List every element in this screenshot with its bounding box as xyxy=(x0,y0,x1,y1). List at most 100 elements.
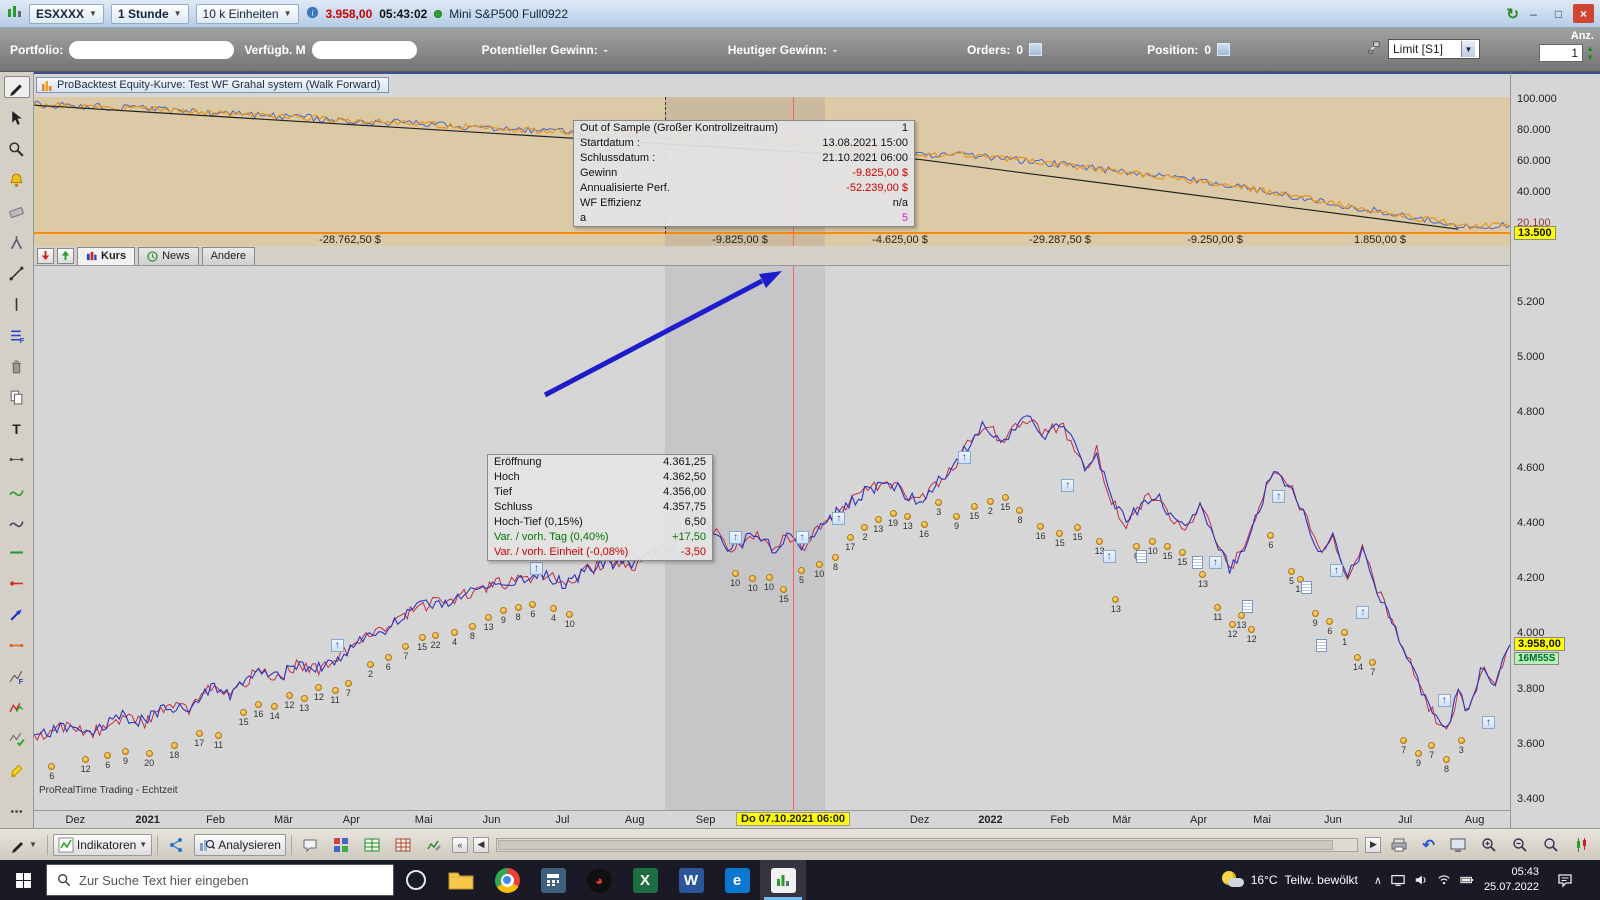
minimize-button[interactable]: – xyxy=(1523,4,1544,23)
monitor-tray-icon[interactable] xyxy=(1391,873,1405,887)
indicators-button[interactable]: Indikatoren ▼ xyxy=(52,833,153,856)
symbol-selector[interactable]: ESXXXX ▼ xyxy=(29,3,104,24)
zigzag-tool[interactable] xyxy=(4,696,30,718)
chart-settings-button[interactable] xyxy=(421,834,447,856)
close-button[interactable]: × xyxy=(1573,4,1594,23)
curve-tool-green[interactable] xyxy=(4,479,30,501)
price-axis-column[interactable]: 20.100 13.500 3.958,00 16M55S 100.000 80.… xyxy=(1510,72,1600,828)
zoom-reset-button[interactable] xyxy=(1538,834,1564,856)
tray-expand-icon[interactable]: ∧ xyxy=(1374,874,1382,887)
curve-tool-dark[interactable] xyxy=(4,510,30,532)
cursor-tool[interactable] xyxy=(4,107,30,129)
taskbar-weather[interactable]: 16°C Teilw. bewölkt xyxy=(1216,871,1364,889)
candle-style-button[interactable] xyxy=(1569,834,1595,856)
svg-text:F: F xyxy=(19,676,24,684)
order-tool-icon[interactable] xyxy=(1367,40,1382,58)
collapse-toolbar-button[interactable]: « xyxy=(451,836,468,853)
print-button[interactable] xyxy=(1386,834,1412,856)
units-selector[interactable]: 10 k Einheiten ▼ xyxy=(195,3,299,24)
taskbar-calculator[interactable] xyxy=(530,860,576,900)
more-tools-icon[interactable] xyxy=(4,800,30,822)
time-axis-label: Aug xyxy=(1464,814,1485,826)
taskbar-clock[interactable]: 05:43 25.07.2022 xyxy=(1484,865,1539,895)
analyze-button[interactable]: Analysieren xyxy=(194,833,286,856)
chevron-down-icon: ▼ xyxy=(1461,41,1475,57)
positions-list-icon[interactable] xyxy=(1217,43,1231,56)
highlighter-tool[interactable] xyxy=(4,758,30,780)
zoom-out-button[interactable] xyxy=(1507,834,1533,856)
alarm-bell-icon[interactable] xyxy=(4,169,30,191)
undo-button[interactable]: ↶ xyxy=(1417,833,1440,857)
measure-compass-tool[interactable] xyxy=(4,231,30,253)
draw-pencil-tool[interactable] xyxy=(3,76,30,98)
start-button[interactable] xyxy=(0,860,46,900)
share-button[interactable] xyxy=(163,834,189,856)
taskbar-edge[interactable]: e xyxy=(714,860,760,900)
taskbar-word[interactable]: W xyxy=(668,860,714,900)
text-tool[interactable]: T xyxy=(4,417,30,439)
market-clock: 05:43:02 xyxy=(379,6,428,21)
taskbar-chrome[interactable] xyxy=(484,860,530,900)
fibonacci-tool[interactable]: F xyxy=(4,324,30,346)
clock-time: 05:43 xyxy=(1511,866,1539,879)
scroll-left-button[interactable]: ◀ xyxy=(472,836,489,853)
order-type-dropdown[interactable]: Limit [S1] ▼ xyxy=(1388,39,1480,59)
segment-tool[interactable] xyxy=(4,448,30,470)
zoom-in-button[interactable] xyxy=(1476,834,1502,856)
chat-button[interactable] xyxy=(297,834,323,856)
tab-andere[interactable]: Andere xyxy=(201,246,256,265)
draw-menu-button[interactable]: ▼ xyxy=(5,834,42,856)
scrollbar-thumb[interactable] xyxy=(497,839,1333,850)
fullscreen-button[interactable] xyxy=(1445,834,1471,856)
chrome-icon xyxy=(494,867,520,893)
horizontal-line-red-tool[interactable] xyxy=(4,572,30,594)
tab-kurs[interactable]: Kurs xyxy=(77,246,136,265)
taskbar-search[interactable]: Zur Suche Text hier eingeben xyxy=(46,864,394,896)
orders-table-button[interactable] xyxy=(390,834,416,856)
chart-f-tool[interactable]: F xyxy=(4,665,30,687)
trash-icon[interactable] xyxy=(4,355,30,377)
quantity-stepper[interactable]: ▲ ▼ xyxy=(1586,44,1594,62)
tab-news[interactable]: News xyxy=(138,246,199,265)
vertical-line-tool[interactable] xyxy=(4,293,30,315)
taskbar-media-app[interactable]: ◕ xyxy=(576,860,622,900)
potential-gain-label: Potentieller Gewinn: xyxy=(481,42,598,57)
multi-chart-button[interactable] xyxy=(328,834,354,856)
chart-horizontal-scrollbar[interactable] xyxy=(495,837,1359,852)
eraser-tool[interactable] xyxy=(4,200,30,222)
action-center-button[interactable] xyxy=(1549,872,1581,888)
buy-button[interactable] xyxy=(57,247,74,264)
zoom-tool[interactable] xyxy=(4,138,30,160)
time-axis-label: Sep xyxy=(695,814,716,826)
copy-icon[interactable] xyxy=(4,386,30,408)
equity-panel-title-tab[interactable]: ProBacktest Equity-Kurve: Test WF Grahal… xyxy=(36,77,390,93)
stepper-down-icon[interactable]: ▼ xyxy=(1586,53,1594,62)
sync-icon[interactable]: ↻ xyxy=(1506,5,1519,23)
cortana-button[interactable] xyxy=(394,860,438,900)
quantity-input[interactable]: 1 xyxy=(1539,44,1584,62)
zigzag-check-tool[interactable] xyxy=(4,727,30,749)
stepper-up-icon[interactable]: ▲ xyxy=(1586,44,1594,53)
scroll-right-button[interactable]: ▶ xyxy=(1365,836,1382,853)
battery-icon[interactable] xyxy=(1460,873,1474,887)
network-icon[interactable] xyxy=(1437,873,1451,887)
arrow-tool[interactable] xyxy=(4,603,30,625)
taskbar-explorer[interactable] xyxy=(438,860,484,900)
horizontal-line-green-tool[interactable] xyxy=(4,541,30,563)
price-tooltip: Eröffnung 4.361,25 Hoch 4.362,50 Tief 4.356… xyxy=(487,454,713,561)
chart-area[interactable]: ProBacktest Equity-Kurve: Test WF Grahal… xyxy=(34,72,1510,828)
system-tray[interactable]: ∧ xyxy=(1374,873,1474,887)
maximize-button[interactable]: □ xyxy=(1548,4,1569,23)
taskbar-trading-app-active[interactable] xyxy=(760,860,806,900)
time-axis-label: Mai xyxy=(1253,814,1271,826)
line-dots-tool[interactable] xyxy=(4,634,30,656)
timeframe-selector[interactable]: 1 Stunde ▼ xyxy=(110,3,189,24)
info-icon[interactable]: i xyxy=(306,6,319,22)
trendline-tool[interactable] xyxy=(4,262,30,284)
sell-button[interactable] xyxy=(37,247,54,264)
taskbar-excel[interactable]: X xyxy=(622,860,668,900)
volume-icon[interactable] xyxy=(1414,873,1428,887)
orders-list-icon[interactable] xyxy=(1029,43,1043,56)
analyze-icon xyxy=(200,839,216,851)
watchlist-button[interactable] xyxy=(359,834,385,856)
